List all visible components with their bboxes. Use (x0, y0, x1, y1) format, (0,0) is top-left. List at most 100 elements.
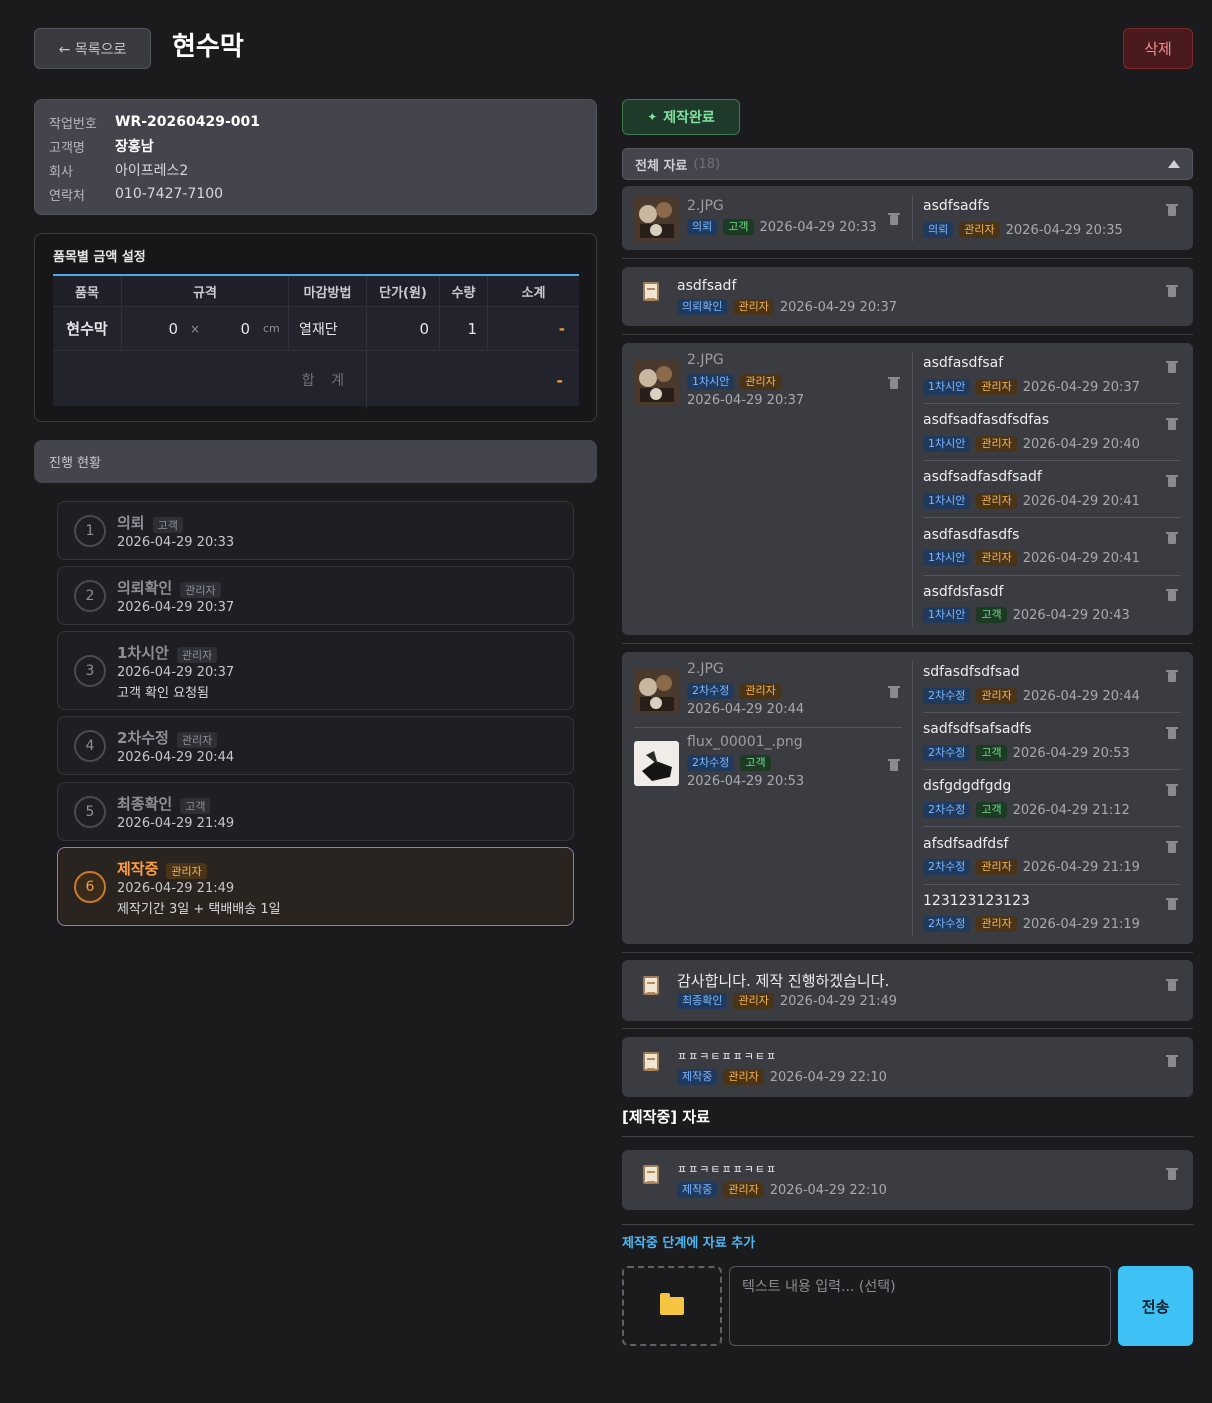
trash-icon[interactable] (1166, 841, 1178, 853)
stage-section-title: [제작중] 자료 (622, 1108, 710, 1126)
page-title: 현수막 (172, 32, 244, 62)
trash-icon[interactable] (1166, 898, 1178, 910)
note-meta: 1차시안 고객 2026-04-29 20:43 (923, 607, 1130, 623)
note-text: asdfsadfasdfsadf (923, 469, 1042, 485)
production-complete-button[interactable]: ✦ 제작완료 (622, 99, 740, 135)
step-name: 최종확인 (117, 795, 173, 813)
step-role-badge: 고객 (152, 516, 183, 533)
stage-badge: 1차시안 (687, 374, 735, 390)
col-header-subtotal: 소계 (488, 276, 579, 306)
send-button[interactable]: 전송 (1118, 1266, 1193, 1346)
trash-icon[interactable] (1166, 532, 1178, 544)
text-content-input[interactable] (729, 1266, 1111, 1346)
trash-icon[interactable] (888, 686, 900, 698)
note-date: 2026-04-29 20:44 (1022, 688, 1140, 704)
file-name[interactable]: flux_00001_.png (687, 734, 803, 750)
height-input[interactable]: 0 (210, 320, 250, 338)
step-number: 4 (74, 730, 106, 762)
note-text: asdfasdfsaf (923, 355, 1004, 371)
back-to-list-button[interactable]: ← 목록으로 (34, 28, 151, 69)
file-name[interactable]: 2.JPG (687, 198, 724, 214)
note-meta: 1차시안 관리자 2026-04-29 20:40 (923, 436, 1140, 452)
company-value: 아이프레스2 (115, 163, 189, 179)
note-meta: 1차시안 관리자 2026-04-29 20:41 (923, 550, 1140, 566)
stage-badge: 2차수정 (923, 802, 971, 818)
pricing-table: 품목 규격 마감방법 단가(원) 수량 소계 현수막 0 × 0 cm 열재단 … (53, 274, 579, 409)
stage-badge: 의뢰 (687, 219, 718, 235)
role-badge: 고객 (976, 607, 1007, 623)
progress-step: 4 2차수정 관리자 2026-04-29 20:44 (57, 716, 574, 775)
note-meta: 2차수정 관리자 2026-04-29 21:19 (923, 859, 1140, 875)
trash-icon[interactable] (1166, 475, 1178, 487)
note-text: ㅍㅍㅋㅌㅍㅍㅋㅌㅍ (677, 1163, 778, 1176)
document-icon (643, 976, 659, 995)
trash-icon[interactable] (1166, 204, 1178, 216)
trash-icon[interactable] (888, 377, 900, 389)
note-date: 2026-04-29 20:37 (779, 299, 898, 315)
trash-icon[interactable] (1166, 1168, 1178, 1180)
trash-icon[interactable] (1166, 1055, 1178, 1067)
stage-badge: 의뢰확인 (677, 299, 728, 315)
width-input[interactable]: 0 (130, 320, 178, 338)
stage-badge: 1차시안 (923, 436, 971, 452)
trash-icon[interactable] (1166, 589, 1178, 601)
image-thumbnail[interactable] (634, 196, 679, 241)
role-badge: 고객 (976, 745, 1007, 761)
note-date: 2026-04-29 22:10 (769, 1069, 887, 1085)
finish-select[interactable]: 열재단 (289, 306, 367, 350)
image-thumbnail[interactable] (634, 669, 679, 714)
image-thumbnail[interactable] (634, 360, 679, 405)
role-badge: 관리자 (976, 493, 1017, 509)
note-text: asdfdsfasdf (923, 584, 1004, 600)
file-meta: 2차수정 고객 2026-04-29 20:53 (687, 755, 804, 789)
note-date: 2026-04-29 20:41 (1022, 493, 1140, 509)
trash-icon[interactable] (1166, 979, 1178, 991)
step-role-badge: 관리자 (166, 862, 207, 879)
unit-price-input[interactable]: 0 (367, 306, 440, 350)
note-date: 2026-04-29 21:19 (1022, 916, 1140, 932)
note-text: asdfsadf (677, 278, 737, 294)
note-text: 감사합니다. 제작 진행하겠습니다. (677, 972, 890, 990)
divider (923, 769, 1181, 770)
role-badge: 관리자 (976, 916, 1017, 932)
file-upload-dropzone[interactable] (622, 1266, 722, 1346)
note-meta: 2차수정 관리자 2026-04-29 20:44 (923, 688, 1140, 704)
stage-badge: 제작중 (677, 1182, 718, 1198)
qty-input[interactable]: 1 (440, 306, 488, 350)
stage-badge: 1차시안 (923, 493, 971, 509)
progress-step: 1 의뢰 고객 2026-04-29 20:33 (57, 501, 574, 560)
unit-label: cm (263, 322, 280, 335)
stage-badge: 제작중 (677, 1069, 718, 1085)
note-meta: 최종확인 관리자 2026-04-29 21:49 (677, 993, 897, 1009)
stage-badge: 2차수정 (923, 859, 971, 875)
file-meta: 의뢰 고객 2026-04-29 20:33 (687, 219, 877, 235)
trash-icon[interactable] (888, 759, 900, 771)
all-files-header[interactable]: 전체 자료 (18) (622, 148, 1193, 180)
stage-badge: 2차수정 (923, 745, 971, 761)
step-date: 2026-04-29 20:37 (117, 600, 235, 615)
progress-header[interactable]: 진행 현황 (34, 440, 597, 483)
note-meta: 1차시안 관리자 2026-04-29 20:37 (923, 379, 1140, 395)
trash-icon[interactable] (1166, 418, 1178, 430)
image-thumbnail[interactable] (634, 741, 679, 786)
trash-icon[interactable] (1166, 727, 1178, 739)
role-badge: 관리자 (723, 1069, 764, 1085)
file-name[interactable]: 2.JPG (687, 352, 724, 368)
step-role-badge: 관리자 (176, 646, 218, 663)
role-badge: 관리자 (740, 683, 781, 699)
divider (923, 884, 1181, 885)
document-icon (643, 1052, 659, 1071)
trash-icon[interactable] (1166, 784, 1178, 796)
trash-icon[interactable] (1166, 361, 1178, 373)
delete-button[interactable]: 삭제 (1123, 28, 1193, 69)
trash-icon[interactable] (1166, 285, 1178, 297)
work-no-value: WR-20260429-001 (115, 114, 260, 130)
file-name[interactable]: 2.JPG (687, 661, 724, 677)
step-note: 고객 확인 요청됨 (117, 686, 209, 701)
file-date: 2026-04-29 20:44 (687, 702, 805, 717)
progress-step: 5 최종확인 고객 2026-04-29 21:49 (57, 782, 574, 841)
trash-icon[interactable] (888, 213, 900, 225)
note-date: 2026-04-29 21:19 (1022, 859, 1140, 875)
trash-icon[interactable] (1166, 670, 1178, 682)
note-meta: 2차수정 고객 2026-04-29 21:12 (923, 802, 1130, 818)
